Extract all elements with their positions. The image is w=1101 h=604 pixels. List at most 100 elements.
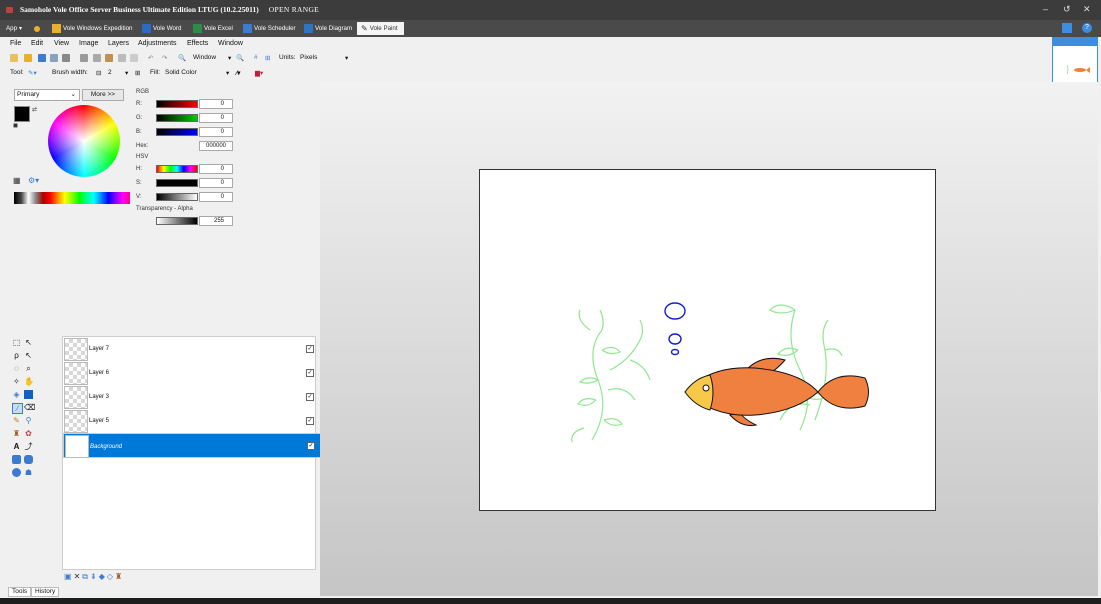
paint-bucket-icon[interactable]: ◈ [12, 390, 21, 399]
menu-adjustments[interactable]: Adjustments [138, 40, 177, 47]
magic-wand-icon[interactable]: ✧ [12, 377, 21, 386]
layer-row[interactable]: Layer 7 ✓ [63, 337, 315, 361]
rounded-rectangle-icon[interactable] [24, 455, 33, 464]
save-icon[interactable] [38, 54, 46, 62]
print-icon[interactable] [62, 54, 70, 62]
zoom-select[interactable]: Window [193, 54, 216, 61]
zoom-tool-icon[interactable]: ⌕ [24, 364, 33, 373]
brush-width-increase-icon[interactable]: ⊞ [135, 69, 140, 77]
alpha-slider[interactable] [156, 217, 198, 225]
tab-vole-paint[interactable]: ✎ Vole Paint [357, 22, 404, 35]
value-input[interactable]: 0 [199, 192, 233, 202]
hex-input[interactable]: 000000 [199, 141, 233, 151]
alpha-input[interactable]: 255 [199, 216, 233, 226]
units-dropdown-icon[interactable]: ▾ [345, 54, 348, 62]
deselect-icon[interactable] [130, 54, 138, 62]
red-slider[interactable] [156, 100, 198, 108]
primary-color-select[interactable]: Primary ⌄ [14, 89, 80, 101]
gradient-icon[interactable] [24, 390, 33, 399]
green-input[interactable]: 0 [199, 113, 233, 123]
ruler-icon[interactable]: ⊞ [265, 54, 270, 62]
tab-vole-excel[interactable]: Vole Excel [193, 22, 233, 35]
tab-history[interactable]: History [31, 587, 60, 597]
paintbrush-icon[interactable]: ∕ [12, 403, 23, 414]
tab-tools[interactable]: Tools [8, 587, 32, 597]
zoom-icon[interactable]: 🔍 [178, 54, 186, 62]
drawing-canvas[interactable] [479, 169, 936, 511]
hue-input[interactable]: 0 [199, 164, 233, 174]
antialias-icon[interactable]: ∕▾ [236, 69, 240, 77]
line-curve-icon[interactable]: ⤴ [24, 442, 33, 451]
merge-layer-icon[interactable]: ⇟ [90, 572, 99, 581]
layer-visibility-checkbox[interactable]: ✓ [306, 345, 314, 353]
monitor-icon[interactable] [1062, 23, 1072, 33]
ellipse-select-icon[interactable]: ◌ [12, 364, 21, 373]
save-all-icon[interactable] [50, 54, 58, 62]
freeform-shape-icon[interactable]: ☗ [24, 468, 33, 477]
clone-stamp-icon[interactable]: ♜ [12, 429, 21, 438]
blue-input[interactable]: 0 [199, 127, 233, 137]
recolor-icon[interactable]: ✿ [24, 429, 33, 438]
saturation-input[interactable]: 0 [199, 178, 233, 188]
units-select[interactable]: Pixels [300, 54, 317, 61]
menu-edit[interactable]: Edit [31, 40, 43, 47]
app-menu-button[interactable]: App ▾ [6, 22, 22, 35]
minimize-button[interactable]: – [1043, 4, 1048, 14]
more-colors-button[interactable]: More >> [82, 89, 124, 101]
pencil-icon[interactable]: ✎▾ [28, 69, 37, 77]
layer-row[interactable]: Layer 3 ✓ [63, 385, 315, 409]
layer-properties-icon[interactable]: ♜ [115, 572, 124, 581]
color-picker-icon[interactable]: ⚲ [24, 416, 33, 425]
layer-row[interactable]: Layer 5 ✓ [63, 409, 315, 433]
rectangle-shape-icon[interactable] [12, 455, 21, 464]
menu-window[interactable]: Window [218, 40, 243, 47]
grid-icon[interactable]: # [254, 54, 258, 61]
green-slider[interactable] [156, 114, 198, 122]
cut-icon[interactable] [80, 54, 88, 62]
fill-dropdown-icon[interactable]: ▾ [226, 69, 229, 77]
move-layer-down-icon[interactable]: ◇ [107, 572, 115, 581]
layer-visibility-checkbox[interactable]: ✓ [307, 442, 315, 450]
add-layer-icon[interactable]: ▣ [64, 572, 74, 581]
color-wheel[interactable] [48, 105, 120, 177]
tab-vole-diagram[interactable]: Vole Diagram [304, 22, 352, 35]
menu-view[interactable]: View [54, 40, 69, 47]
swap-colors-icon[interactable]: ⇄ [32, 106, 37, 113]
paste-icon[interactable] [105, 54, 113, 62]
blue-slider[interactable] [156, 128, 198, 136]
layer-visibility-checkbox[interactable]: ✓ [306, 369, 314, 377]
copy-icon[interactable] [93, 54, 101, 62]
brush-width-decrease-icon[interactable]: ⊟ [96, 69, 101, 77]
tab-vole-word[interactable]: Vole Word [142, 22, 181, 35]
restore-button[interactable]: ↺ [1063, 4, 1071, 15]
menu-layers[interactable]: Layers [108, 40, 129, 47]
duplicate-layer-icon[interactable]: ⧉ [82, 572, 90, 581]
text-tool-icon[interactable]: A [12, 442, 21, 451]
menu-effects[interactable]: Effects [187, 40, 208, 47]
zoom-dropdown-icon[interactable]: ▾ [228, 54, 231, 62]
primary-color-swatch[interactable] [14, 106, 30, 122]
tab-vole-windows-expedition[interactable]: Vole Windows Expedition [52, 22, 132, 35]
reset-colors-icon[interactable]: ◼ [13, 122, 18, 129]
red-input[interactable]: 0 [199, 99, 233, 109]
zoom-in-icon[interactable]: 🔍 [236, 54, 244, 62]
menu-image[interactable]: Image [79, 40, 98, 47]
move-selection-icon[interactable]: ↖ [24, 338, 33, 347]
open-folder-icon[interactable] [24, 54, 32, 62]
tab-vole-scheduler[interactable]: Vole Scheduler [243, 22, 296, 35]
lasso-select-icon[interactable]: ρ [12, 351, 21, 360]
crop-icon[interactable] [118, 54, 126, 62]
color-palette[interactable] [14, 192, 130, 204]
hue-slider[interactable] [156, 165, 198, 173]
layer-visibility-checkbox[interactable]: ✓ [306, 417, 314, 425]
delete-layer-icon[interactable]: ✕ [74, 572, 83, 581]
rectangle-select-icon[interactable]: ⬚ [12, 338, 21, 347]
image-thumbnail[interactable] [1052, 37, 1098, 83]
pan-icon[interactable]: ✋ [24, 377, 34, 386]
fill-select[interactable]: Solid Color [165, 69, 197, 76]
help-icon[interactable]: ? [1082, 23, 1092, 33]
layer-row-selected[interactable]: Background ✓ [63, 433, 323, 458]
undo-icon[interactable]: ↶ [148, 54, 153, 62]
layer-visibility-checkbox[interactable]: ✓ [306, 393, 314, 401]
ellipse-shape-icon[interactable] [12, 468, 21, 477]
